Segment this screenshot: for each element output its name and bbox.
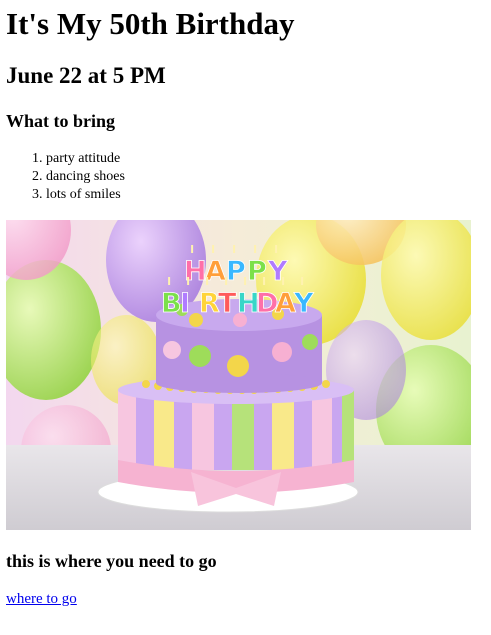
birthday-cake-image: HAPPYBIRTHDAY — [6, 220, 471, 530]
candle-letter: B — [161, 288, 182, 319]
candle-letter: R — [199, 288, 220, 319]
candle-letter: Y — [293, 288, 314, 319]
bring-list: party attitude dancing shoes lots of smi… — [6, 150, 125, 204]
what-to-bring-heading: What to bring — [6, 111, 116, 131]
where-to-go-heading: this is where you need to go — [6, 551, 217, 571]
page-title: It's My 50th Birthday — [6, 6, 295, 41]
event-date-time: June 22 at 5 PM — [6, 63, 166, 88]
list-item: dancing shoes — [46, 168, 125, 186]
where-to-go-link[interactable]: where to go — [6, 590, 77, 608]
candle-letter: I — [180, 288, 190, 319]
list-item: lots of smiles — [46, 186, 125, 204]
candle-letter: Y — [267, 256, 288, 287]
candle-letter: A — [275, 288, 296, 319]
page: It's My 50th Birthday June 22 at 5 PM Wh… — [0, 0, 491, 635]
candle-letter: P — [226, 256, 246, 287]
list-item: party attitude — [46, 150, 125, 168]
candle-letter: A — [205, 256, 226, 287]
candle-letter: T — [218, 288, 237, 319]
